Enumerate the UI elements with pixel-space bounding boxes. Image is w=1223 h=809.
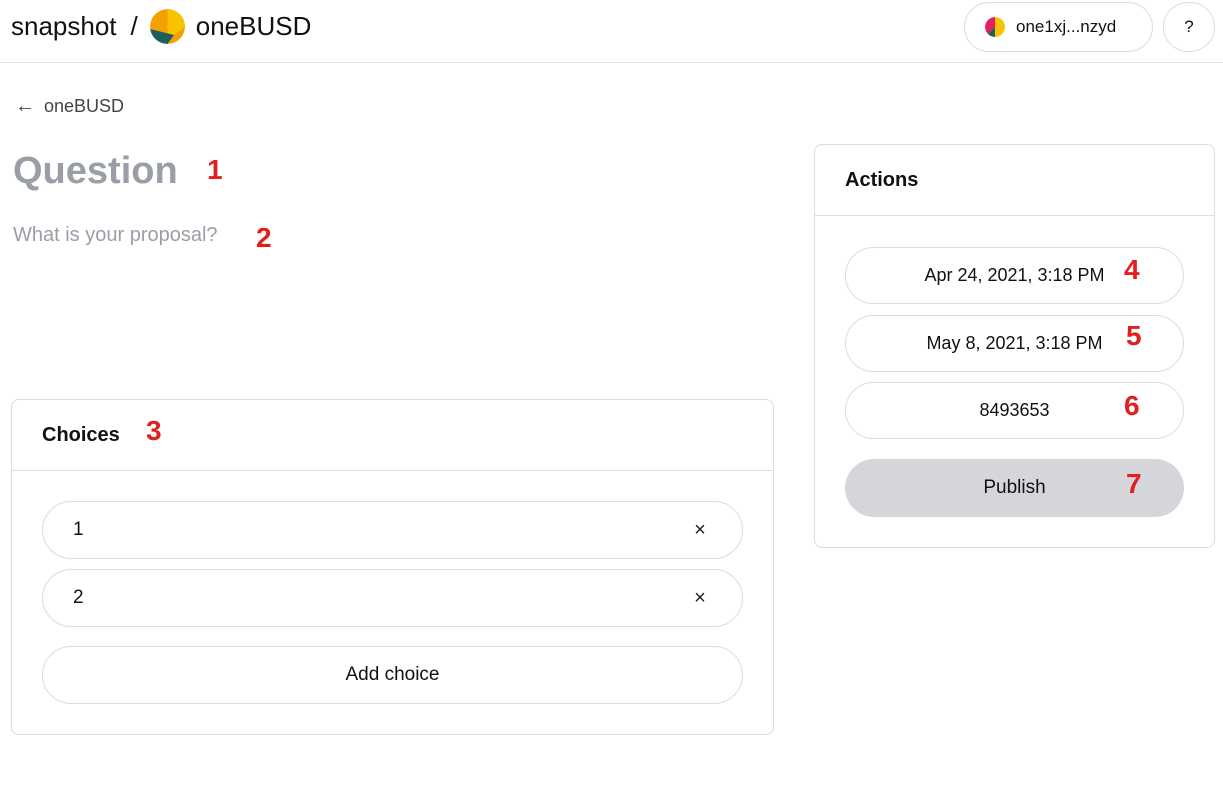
wallet-address: one1xj...nzyd — [1016, 17, 1117, 36]
close-icon[interactable]: × — [688, 518, 712, 542]
question-input[interactable] — [13, 148, 773, 194]
top-navbar: snapshot / oneBUSD one1xj...nzyd ? — [0, 0, 1223, 63]
annotation-label: 3 — [146, 415, 162, 446]
proposal-body-input[interactable] — [13, 224, 773, 374]
annotation-label: 7 — [1126, 468, 1142, 499]
actions-card: Actions Apr 24, 2021, 3:18 PM May 8, 202… — [814, 144, 1215, 548]
choice-row: × — [42, 501, 743, 559]
annotation-label: 4 — [1124, 254, 1140, 285]
annotation-label: 2 — [256, 222, 272, 253]
annotation-label: 6 — [1124, 390, 1140, 421]
app-logo-text[interactable]: snapshot — [11, 11, 117, 42]
choices-card: Choices × × Add choice — [11, 399, 774, 735]
arrow-left-icon: ← — [15, 94, 35, 117]
annotation-label: 5 — [1126, 320, 1142, 351]
brand: snapshot / oneBUSD — [11, 8, 311, 44]
actions-header: Actions — [815, 145, 1214, 216]
choices-header: Choices — [12, 400, 773, 471]
choice-row: × — [42, 569, 743, 627]
choice-input[interactable] — [73, 519, 688, 541]
annotation-label: 1 — [207, 154, 223, 185]
space-name[interactable]: oneBUSD — [196, 11, 312, 42]
help-button[interactable]: ? — [1163, 2, 1215, 52]
choice-input[interactable] — [73, 587, 688, 609]
wallet-account-button[interactable]: one1xj...nzyd — [964, 2, 1153, 52]
back-link-label: oneBUSD — [44, 95, 125, 116]
close-icon[interactable]: × — [688, 586, 712, 610]
account-avatar-icon — [985, 17, 1005, 37]
breadcrumb-separator: / — [130, 10, 138, 41]
back-link[interactable]: ← oneBUSD — [15, 94, 124, 118]
space-avatar-icon[interactable] — [149, 8, 185, 44]
add-choice-button[interactable]: Add choice — [42, 646, 743, 704]
